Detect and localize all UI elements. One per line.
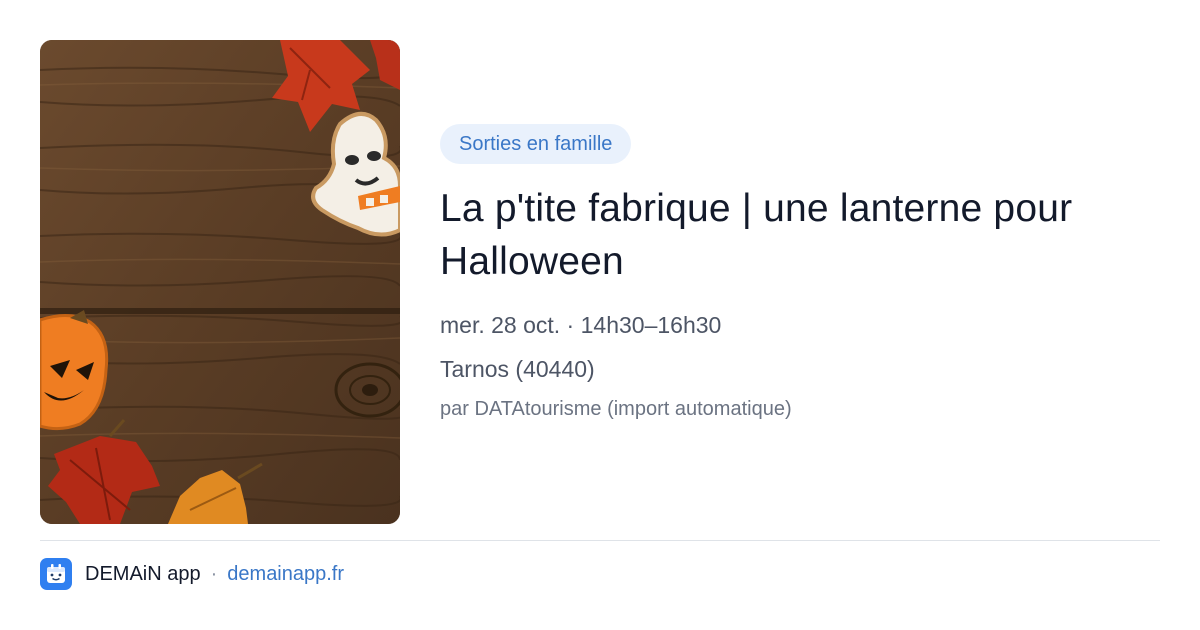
event-details: Sorties en famille La p'tite fabrique | … bbox=[440, 124, 1160, 422]
footer-separator: · bbox=[210, 562, 218, 585]
event-date: mer. 28 oct. · 14h30–16h30 bbox=[440, 312, 722, 338]
event-location: Tarnos (40440) bbox=[440, 356, 595, 382]
event-share-card: Sorties en famille La p'tite fabrique | … bbox=[0, 0, 1200, 630]
halloween-photo-icon bbox=[40, 40, 400, 524]
app-url-link[interactable]: demainapp.fr bbox=[227, 563, 344, 586]
footer: DEMAiN app · demainapp.fr bbox=[40, 558, 344, 590]
event-title[interactable]: La p'tite fabrique | une lanterne pour H… bbox=[440, 182, 1160, 288]
category-badge[interactable]: Sorties en famille bbox=[440, 124, 632, 164]
app-logo-icon[interactable] bbox=[40, 558, 72, 590]
event-image[interactable] bbox=[40, 40, 400, 524]
event-source: par DATAtourisme (import automatique) bbox=[440, 398, 792, 420]
footer-divider bbox=[40, 540, 1160, 541]
app-name: DEMAiN app bbox=[85, 562, 201, 585]
